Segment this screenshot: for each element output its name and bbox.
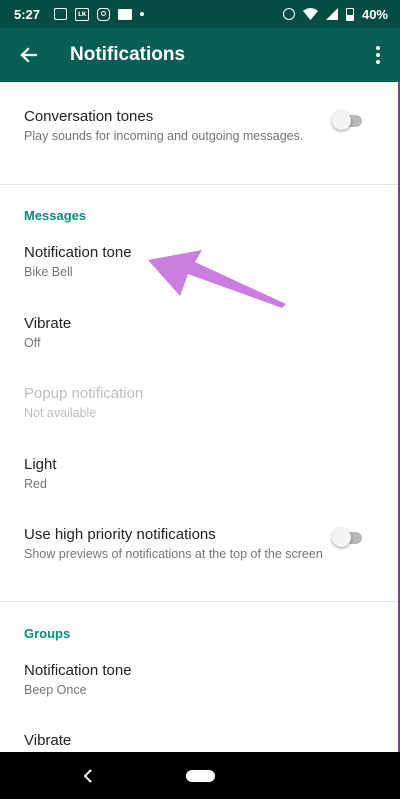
section-header-messages: Messages [24,208,87,223]
alarm-icon [282,8,295,20]
app-bar: Notifications [0,28,400,82]
status-bar: 5:27 ʟᴋ 40% [0,0,400,28]
arrow-back-icon [20,47,37,63]
lk-app-icon: ʟᴋ [75,7,90,21]
light-row[interactable]: Light Red [0,456,400,493]
battery-percent: 40% [361,6,388,22]
conversation-tones-toggle[interactable] [332,109,364,131]
groups-notification-tone-row[interactable]: Notification tone Beep Once [0,662,400,699]
signal-icon [325,8,338,20]
vibrate-title: Vibrate [24,315,72,332]
status-time: 5:27 [14,6,41,22]
wifi-icon [302,8,318,20]
section-header-groups: Groups [24,626,71,641]
instagram-icon [97,7,111,21]
mail-icon [118,8,133,20]
groups-vibrate-row[interactable]: Vibrate [0,732,400,749]
high-priority-subtitle: Show previews of notifications at the to… [24,547,323,561]
popup-notification-row: Popup notification Not available [0,385,400,422]
settings-list: Conversation tones Play sounds for incom… [0,82,400,752]
groups-vibrate-title: Vibrate [24,732,72,749]
gallery-icon [54,8,68,20]
light-value: Red [24,477,47,491]
divider [0,601,400,602]
nav-home-button[interactable] [185,769,215,782]
more-vert-icon [376,46,380,64]
back-button[interactable] [0,28,56,82]
page-title: Notifications [70,44,186,65]
vibrate-value: Off [24,336,41,350]
nav-back-button[interactable] [78,766,98,786]
high-priority-toggle[interactable] [332,526,364,548]
light-title: Light [24,456,57,473]
divider [0,184,400,185]
messages-vibrate-row[interactable]: Vibrate Off [0,315,400,352]
groups-notification-tone-value: Beep Once [24,683,87,697]
popup-notification-title: Popup notification [24,385,144,402]
system-nav-bar [0,752,400,799]
battery-icon [345,7,354,21]
more-options-button[interactable] [356,28,400,82]
popup-notification-value: Not available [24,406,97,420]
chevron-left-icon [83,769,92,783]
conversation-tones-subtitle: Play sounds for incoming and outgoing me… [24,129,304,143]
annotation-arrow-icon [148,250,286,308]
dot-icon [140,12,145,16]
groups-notification-tone-title: Notification tone [24,662,132,679]
